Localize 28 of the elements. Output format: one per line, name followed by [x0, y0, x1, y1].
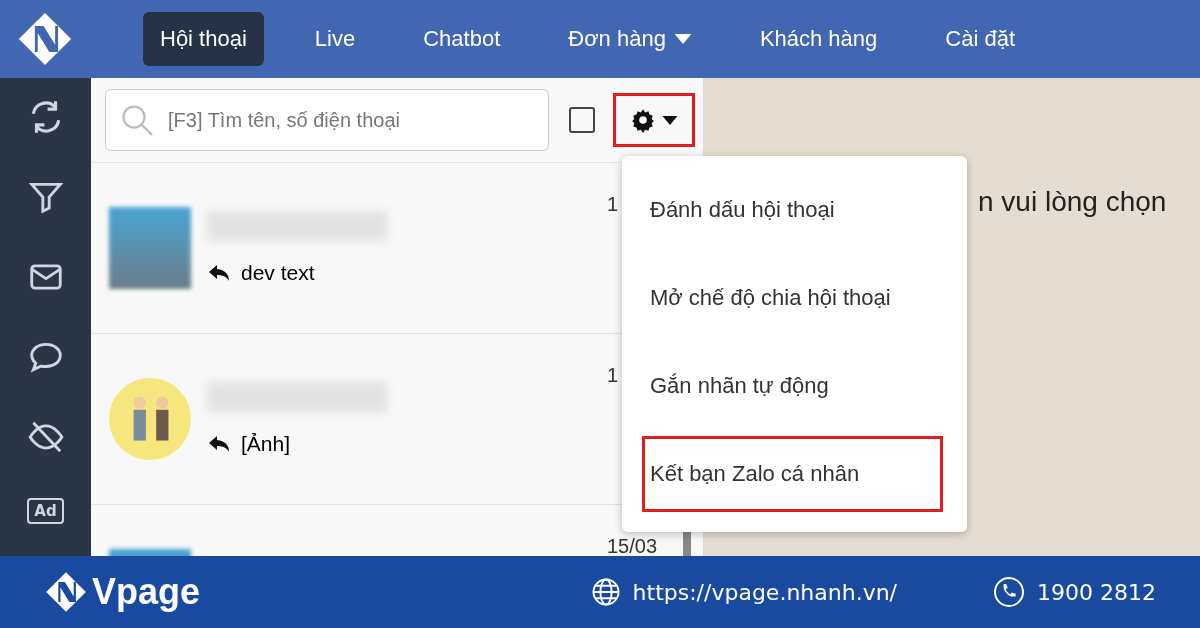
- logo-icon: [44, 570, 88, 614]
- caret-icon: [662, 115, 678, 125]
- nav-tab[interactable]: Live: [297, 12, 373, 66]
- message-preview: [Ảnh]: [241, 432, 291, 456]
- nav-tab[interactable]: Đơn hàng: [551, 12, 709, 66]
- globe-icon: [590, 577, 621, 607]
- empty-state-text: n vui lòng chọn: [978, 186, 1167, 218]
- nav-tab[interactable]: Chatbot: [406, 12, 518, 66]
- select-all-checkbox[interactable]: [569, 107, 595, 133]
- conversation-time: 15/03: [607, 535, 658, 556]
- gear-icon: [630, 107, 656, 133]
- brand-name: Vpage: [92, 571, 201, 613]
- phone-icon: [993, 576, 1025, 608]
- ads-button[interactable]: Ad: [27, 498, 64, 524]
- phone-number: 1900 2812: [1037, 579, 1156, 605]
- reply-icon: [207, 263, 231, 283]
- logo-icon: [16, 10, 74, 68]
- nav-tab[interactable]: Cài đặt: [928, 12, 1033, 66]
- menu-item[interactable]: Kết bạn Zalo cá nhân: [642, 436, 943, 512]
- nav-tab[interactable]: Hội thoại: [143, 12, 264, 66]
- search-field[interactable]: [F3] Tìm tên, số điện thoại: [105, 89, 549, 151]
- reply-icon: [207, 434, 231, 454]
- website-link[interactable]: https://vpage.nhanh.vn/: [632, 579, 897, 605]
- conversation-time: 1: [607, 193, 619, 216]
- conversation-time: 1: [607, 364, 619, 387]
- settings-dropdown-button[interactable]: [613, 93, 695, 147]
- nav-tab[interactable]: Khách hàng: [742, 12, 895, 66]
- message-preview: dev text: [241, 261, 315, 285]
